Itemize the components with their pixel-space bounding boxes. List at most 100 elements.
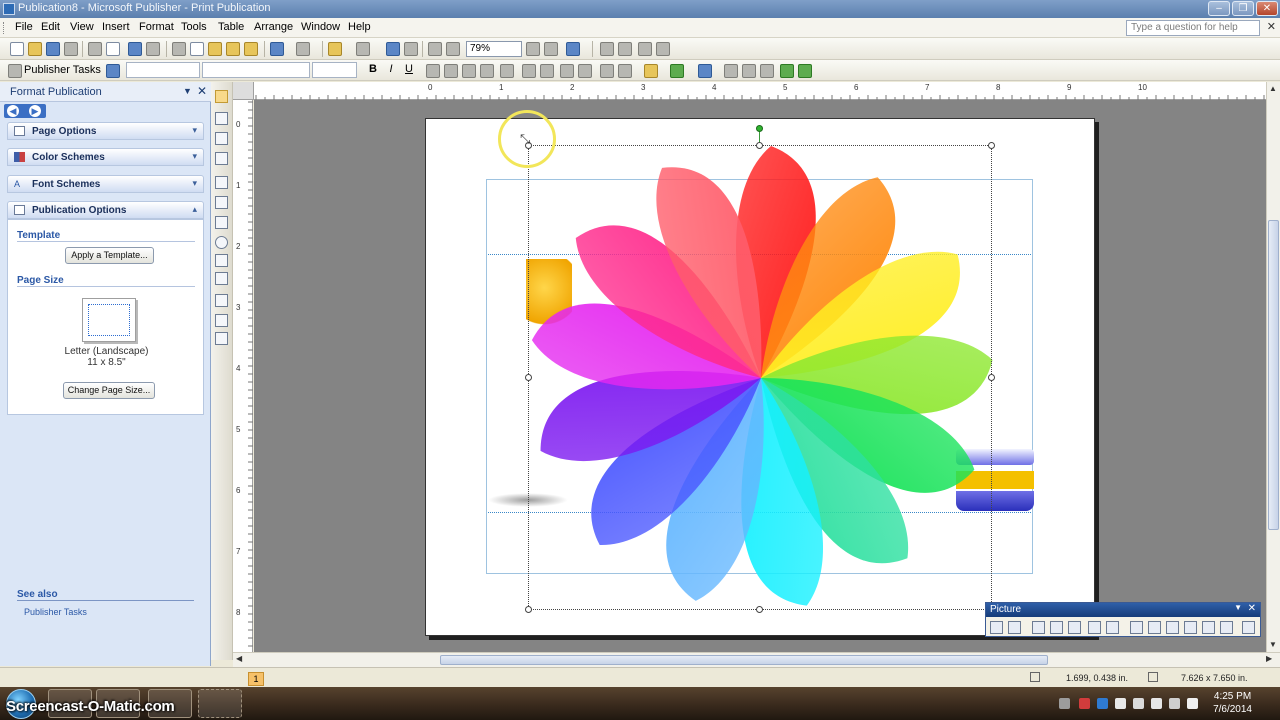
new-document-icon[interactable] [10, 42, 24, 56]
horizontal-scrollbar[interactable]: ◀ ▶ [233, 652, 1280, 667]
font-color-icon[interactable] [698, 64, 712, 78]
ruler-corner[interactable] [233, 82, 254, 100]
line-spacing-icon[interactable] [500, 64, 514, 78]
scroll-left-icon[interactable]: ◀ [236, 654, 242, 663]
back-arrow-icon[interactable]: ◀ [7, 105, 19, 117]
tray-clock[interactable]: 4:25 PM 7/6/2014 [1213, 690, 1252, 716]
menu-grip[interactable] [3, 22, 6, 34]
apply-template-button[interactable]: Apply a Template... [65, 247, 154, 264]
minimize-button[interactable]: – [1208, 1, 1230, 16]
insert-picture-icon[interactable] [990, 621, 1003, 634]
select-objects-icon[interactable] [215, 90, 228, 103]
less-contrast-icon[interactable] [1050, 621, 1063, 634]
insert-table-icon[interactable] [215, 132, 228, 145]
compress-pictures-icon[interactable] [1148, 621, 1161, 634]
font-select[interactable] [202, 62, 310, 78]
publisher-app-icon[interactable] [3, 3, 15, 15]
copy-icon[interactable] [190, 42, 204, 56]
menu-format[interactable]: Format [139, 21, 174, 33]
text-wrapping-icon[interactable] [1166, 621, 1179, 634]
special-characters-icon[interactable] [446, 42, 460, 56]
arrow-style-icon[interactable] [760, 64, 774, 78]
resize-handle-n[interactable] [756, 142, 763, 149]
menu-insert[interactable]: Insert [102, 21, 130, 33]
cut-icon[interactable] [172, 42, 186, 56]
font-size-select[interactable] [312, 62, 357, 78]
menu-file[interactable]: File [15, 21, 33, 33]
open-folder-icon[interactable] [28, 42, 42, 56]
scroll-right-icon[interactable]: ▶ [1266, 654, 1272, 663]
page-size-thumbnail[interactable] [82, 298, 136, 342]
fill-color-icon[interactable] [644, 64, 658, 78]
print-preview-icon[interactable] [106, 42, 120, 56]
picture-options-icon[interactable] [1242, 621, 1255, 634]
decrease-indent-icon[interactable] [560, 64, 574, 78]
set-transparent-color-icon[interactable] [1202, 621, 1215, 634]
italic-button[interactable]: I [384, 63, 398, 75]
styles-icon[interactable] [106, 64, 120, 78]
align-left-icon[interactable] [426, 64, 440, 78]
scroll-up-icon[interactable]: ▲ [1269, 84, 1277, 93]
zoom-in-icon[interactable] [544, 42, 558, 56]
horizontal-ruler[interactable]: 0 1 2 3 4 5 6 7 8 9 10 [254, 82, 1266, 100]
line-style-icon[interactable] [724, 64, 738, 78]
tray-recording-icon[interactable] [1079, 698, 1090, 709]
resize-handle-ne[interactable] [988, 142, 995, 149]
print-icon[interactable] [88, 42, 102, 56]
vertical-scroll-thumb[interactable] [1268, 220, 1279, 530]
menu-view[interactable]: View [70, 21, 94, 33]
reset-picture-icon[interactable] [1220, 621, 1233, 634]
task-pane-close-icon[interactable]: ✕ [197, 84, 207, 98]
undo-icon[interactable] [270, 42, 284, 56]
tray-display-icon[interactable] [1169, 698, 1180, 709]
underline-button[interactable]: U [402, 63, 416, 75]
rectangle-tool-icon[interactable] [215, 254, 228, 267]
bring-forward-icon[interactable] [328, 42, 342, 56]
ask-question-input[interactable]: Type a question for help [1126, 20, 1260, 36]
change-page-size-button[interactable]: Change Page Size... [63, 382, 155, 399]
paste-special-icon[interactable] [226, 42, 240, 56]
resize-handle-sw[interactable] [525, 606, 532, 613]
menu-tools[interactable]: Tools [181, 21, 207, 33]
menu-table[interactable]: Table [218, 21, 244, 33]
color-icon[interactable] [1008, 621, 1021, 634]
publisher-tasks-button[interactable]: Publisher Tasks [24, 64, 101, 76]
zoom-select[interactable]: 79% [466, 41, 522, 57]
tray-network-icon[interactable] [1133, 698, 1144, 709]
text-box-icon[interactable] [215, 112, 228, 125]
task-pane-menu-icon[interactable]: ▼ [183, 86, 192, 96]
form-control-icon[interactable] [215, 314, 228, 327]
unlink-text-box-icon[interactable] [618, 42, 632, 56]
spelling-icon[interactable] [128, 42, 142, 56]
resize-handle-s[interactable] [756, 606, 763, 613]
section-font-schemes[interactable]: A Font Schemes ▾ [7, 175, 204, 193]
section-publication-options[interactable]: Publication Options ▴ [7, 201, 204, 219]
tray-flag-icon[interactable] [1187, 698, 1198, 709]
columns-icon[interactable] [428, 42, 442, 56]
format-painter-icon[interactable] [244, 42, 258, 56]
justify-icon[interactable] [480, 64, 494, 78]
close-document-icon[interactable]: ✕ [1267, 20, 1276, 33]
shadow-style-icon[interactable] [780, 64, 794, 78]
toolbar-options-icon[interactable]: ▼ [1234, 603, 1242, 612]
line-style-icon[interactable] [1130, 621, 1143, 634]
forward-arrow-icon[interactable]: ▶ [29, 105, 41, 117]
tray-volume-icon[interactable] [1151, 698, 1162, 709]
line-color-icon[interactable] [670, 64, 684, 78]
paste-icon[interactable] [208, 42, 222, 56]
tray-arrow-icon[interactable] [1059, 698, 1070, 709]
vertical-ruler[interactable]: 0 1 2 3 4 5 6 7 8 [233, 100, 253, 652]
wordart-icon[interactable] [215, 152, 228, 165]
insert-hyperlink-icon[interactable] [386, 42, 400, 56]
menu-window[interactable]: Window [301, 21, 340, 33]
publication-page[interactable]: ⤡ [425, 110, 1095, 636]
zoom-out-icon[interactable] [526, 42, 540, 56]
numbering-icon[interactable] [522, 64, 536, 78]
menu-help[interactable]: Help [348, 21, 371, 33]
rotate-handle[interactable] [756, 125, 763, 132]
tray-app-icon[interactable] [1097, 698, 1108, 709]
close-window-button[interactable]: ✕ [1256, 1, 1278, 16]
tray-action-center-icon[interactable] [1115, 698, 1126, 709]
increase-font-size-icon[interactable] [618, 64, 632, 78]
style-select[interactable] [126, 62, 200, 78]
